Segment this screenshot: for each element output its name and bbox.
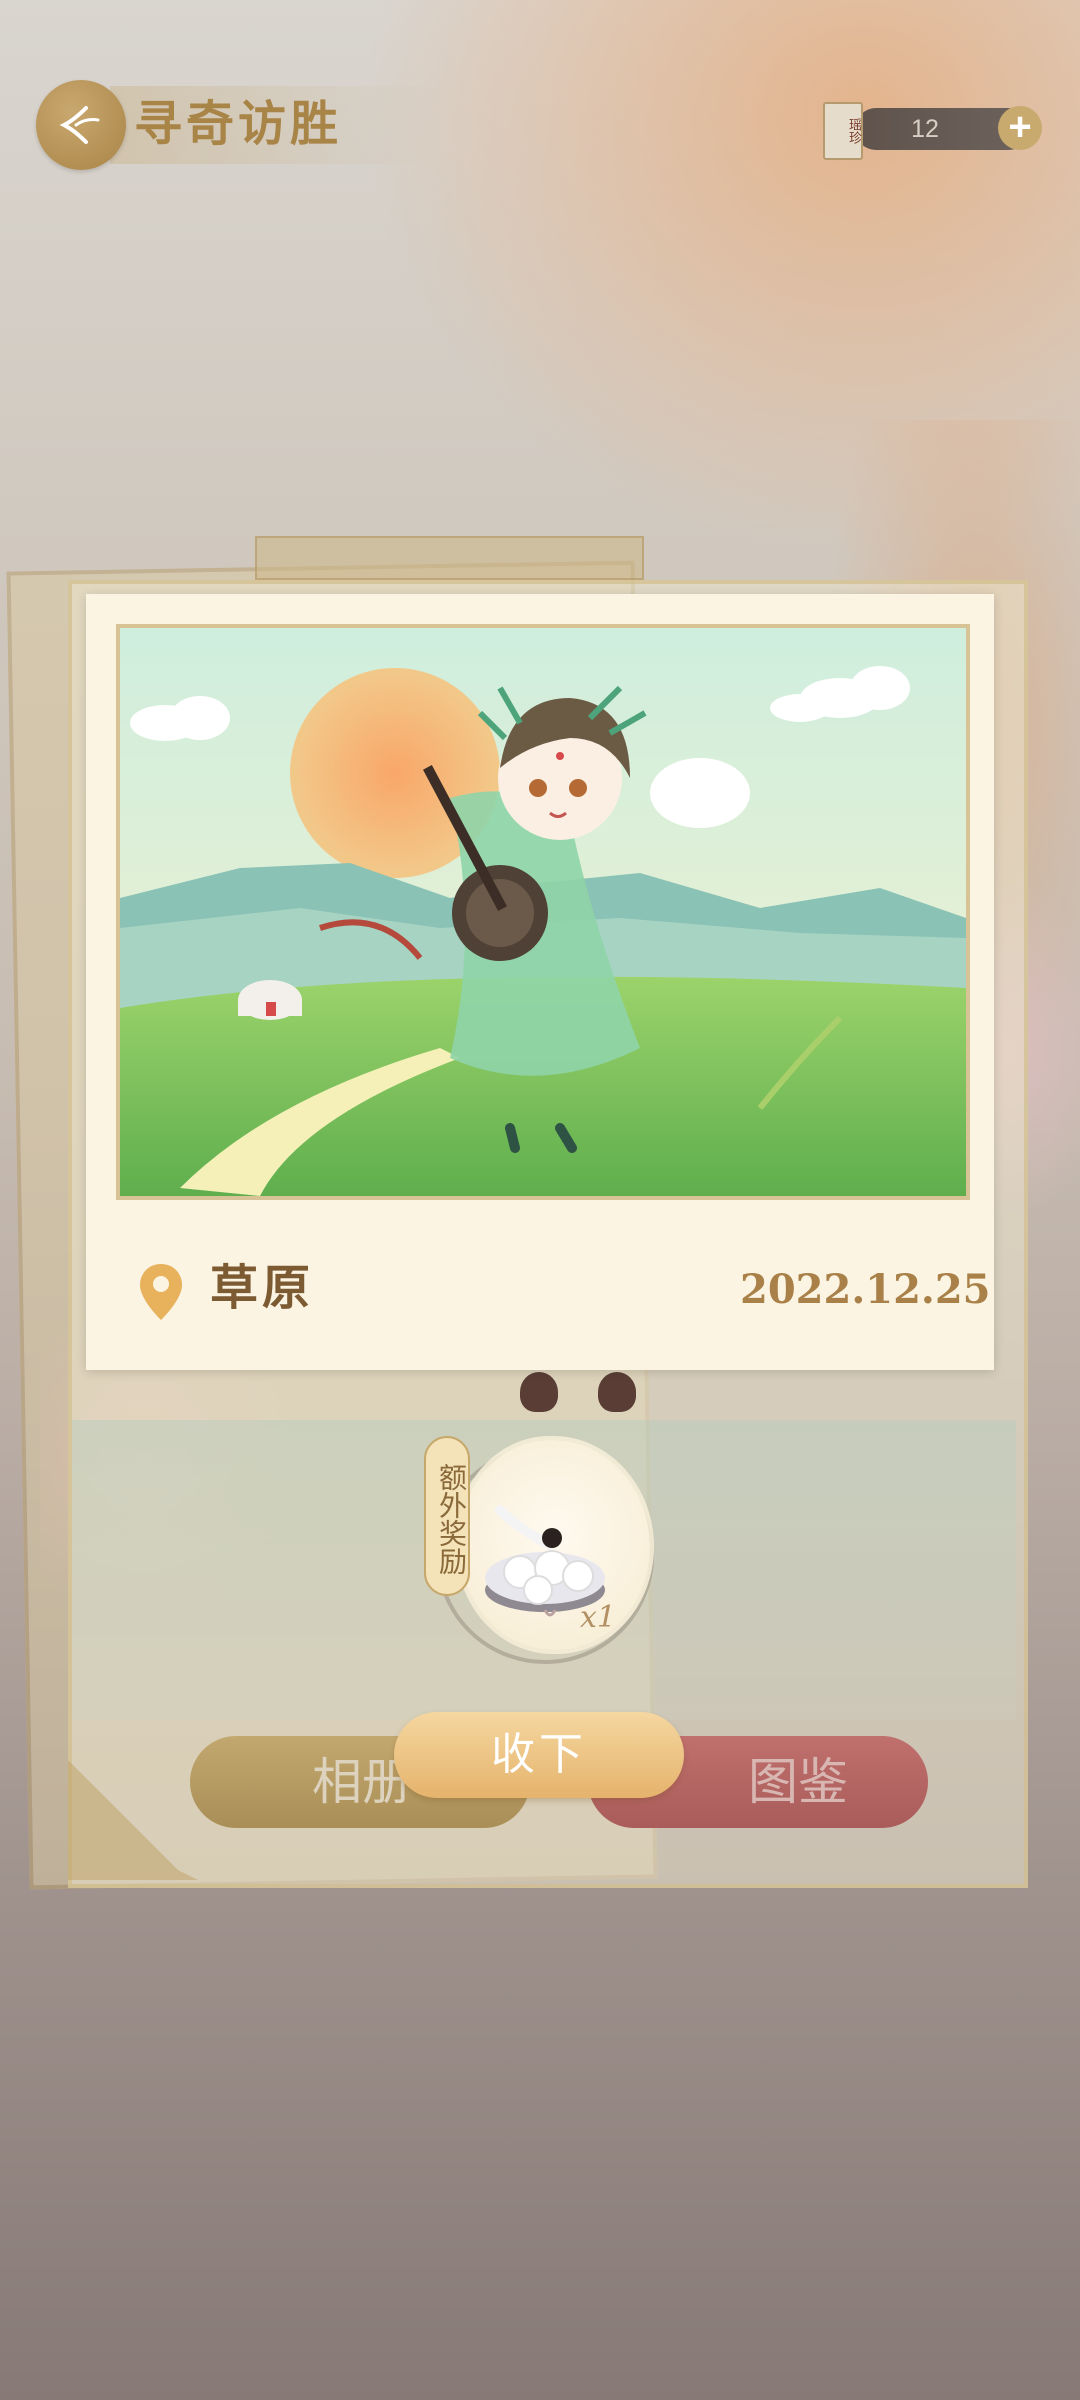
add-currency-button[interactable]: +	[998, 106, 1042, 150]
character-foot-left	[520, 1372, 558, 1412]
accept-button-label: 收下	[491, 1729, 587, 1780]
reward-quantity: x1	[580, 1600, 617, 1635]
album-corner-decoration	[68, 1760, 198, 1880]
back-icon	[59, 106, 100, 144]
tangyuan-bowl-icon	[485, 1505, 605, 1617]
location-pin-icon	[140, 1264, 182, 1320]
currency-count: 12	[911, 115, 939, 143]
album-tab	[255, 536, 644, 580]
photo-date: 2022.12.25	[740, 1266, 991, 1313]
currency-ticket-icon: 瑶珍	[823, 102, 863, 160]
extra-reward-tag: 额外奖励	[424, 1436, 470, 1596]
character-foot-right	[598, 1372, 636, 1412]
reward-item-slot[interactable]	[460, 1440, 650, 1650]
scene-illustration	[116, 624, 970, 1200]
accept-button[interactable]: 收下	[394, 1712, 684, 1798]
location-name: 草原	[210, 1260, 315, 1316]
page-title: 寻奇访胜	[134, 96, 343, 152]
back-button[interactable]	[36, 80, 126, 170]
